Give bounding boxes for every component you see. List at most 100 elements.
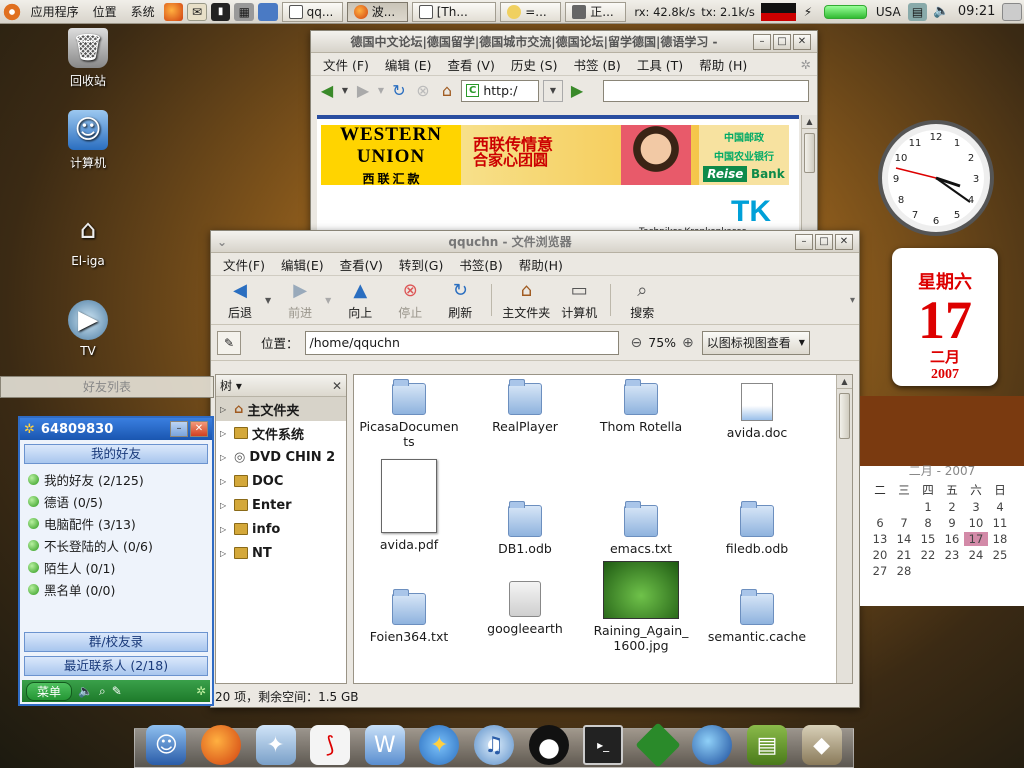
desktop-icon-home[interactable]: ⌂ El-iga: [48, 210, 128, 268]
calendar-day[interactable]: 7: [892, 516, 916, 530]
forward-history-dropdown-icon[interactable]: ▼: [325, 296, 331, 305]
menu-help[interactable]: 帮助 (H): [691, 55, 755, 74]
battery-icon[interactable]: [823, 4, 867, 19]
gimp-icon[interactable]: ◆: [801, 725, 842, 765]
file-item[interactable]: Raining_Again_ 1600.jpg: [586, 561, 696, 653]
go-icon[interactable]: ▶: [567, 81, 587, 101]
calendar-day[interactable]: 20: [868, 548, 892, 562]
menu-file[interactable]: 文件 (F): [315, 55, 377, 74]
calendar-day[interactable]: 25: [988, 548, 1012, 562]
home-icon[interactable]: ⌂: [437, 81, 457, 101]
web-content[interactable]: WESTERN UNION 西 联 汇 款 西联传情意 合家心团圆 中国邮政 中…: [317, 115, 799, 239]
stop-button[interactable]: ⊗ 停止: [385, 280, 435, 321]
sidebar-close-icon[interactable]: ✕: [332, 379, 342, 393]
scroll-up-icon[interactable]: ▲: [837, 375, 852, 389]
calendar-day[interactable]: 28: [892, 564, 916, 578]
forward-button[interactable]: ▶ 前进: [275, 280, 325, 321]
panel-clock[interactable]: 09:21: [953, 4, 1000, 19]
qq-titlebar[interactable]: ✲ 64809830 – ✕: [20, 418, 212, 440]
menu-view[interactable]: 查看(V): [332, 255, 391, 274]
menu-applications[interactable]: 应用程序: [24, 3, 86, 20]
menu-edit[interactable]: 编辑(E): [273, 255, 332, 274]
calendar-day[interactable]: 2: [940, 500, 964, 514]
tree-item-doc[interactable]: ▷ DOC: [216, 469, 346, 493]
file-item[interactable]: Thom Rotella: [586, 379, 696, 434]
sidebar-mode-select[interactable]: 树 ▾: [220, 377, 242, 394]
clock-widget[interactable]: 12123 4567 891011: [876, 118, 996, 238]
volume-icon[interactable]: 🔈: [78, 684, 93, 698]
reload-icon[interactable]: ↻: [389, 81, 409, 101]
books-icon[interactable]: ▤: [747, 725, 787, 765]
qq-group[interactable]: 我的好友 (2/125): [20, 468, 212, 490]
calendar-day[interactable]: [964, 564, 988, 578]
task-gedit[interactable]: 正...: [565, 1, 627, 22]
location-input[interactable]: /home/qquchn: [304, 330, 619, 355]
qq-menu-button[interactable]: 菜单: [26, 681, 73, 701]
qq-group[interactable]: 黑名单 (0/0): [20, 578, 212, 600]
calendar-day[interactable]: 23: [940, 548, 964, 562]
url-input[interactable]: C http:/: [461, 79, 539, 102]
show-desktop-icon[interactable]: [1002, 2, 1023, 21]
minimize-button[interactable]: –: [170, 421, 188, 437]
calendar-day[interactable]: 16: [940, 532, 964, 546]
keyboard-layout[interactable]: USA: [871, 5, 906, 19]
back-history-dropdown-icon[interactable]: ▼: [265, 296, 271, 305]
bird-icon[interactable]: ✦: [255, 725, 296, 765]
desktop-icon-computer[interactable]: ☺ 计算机: [48, 110, 128, 171]
file-manager-titlebar[interactable]: ⌄ qquchn - 文件浏览器 – □ ✕: [211, 231, 859, 253]
calendar-day[interactable]: 1: [916, 500, 940, 514]
zoom-level[interactable]: 75%: [648, 335, 676, 350]
calendar-day[interactable]: [916, 564, 940, 578]
scroll-thumb[interactable]: [839, 393, 850, 439]
minimize-button[interactable]: –: [795, 233, 813, 250]
mail-launcher-icon[interactable]: ✉: [187, 2, 207, 21]
close-button[interactable]: ✕: [835, 233, 853, 250]
task-browser[interactable]: 波...: [346, 1, 408, 22]
expander-icon[interactable]: ▷: [220, 501, 230, 510]
file-item[interactable]: avida.pdf: [354, 459, 464, 552]
ubuntu-logo-icon[interactable]: [2, 2, 22, 21]
dropdown-icon[interactable]: ▼: [341, 81, 349, 101]
pdf-icon[interactable]: ⟆: [310, 725, 351, 765]
scroll-up-icon[interactable]: ▲: [802, 115, 817, 129]
word-icon[interactable]: W: [364, 725, 405, 765]
desktop-launcher-icon[interactable]: [258, 2, 278, 21]
scroll-thumb[interactable]: [804, 133, 815, 173]
file-item[interactable]: Foien364.txt: [354, 589, 464, 644]
tab-recent-contacts[interactable]: 最近联系人 (2/18): [24, 656, 208, 676]
date-widget[interactable]: 星期六 17 二月 2007: [892, 248, 998, 386]
expander-icon[interactable]: ▷: [220, 549, 230, 558]
menu-bookmarks[interactable]: 书签(B): [451, 255, 510, 274]
file-item[interactable]: filedb.odb: [702, 501, 812, 556]
calendar-day[interactable]: 15: [916, 532, 940, 546]
url-dropdown-icon[interactable]: ▼: [543, 79, 563, 102]
menu-go[interactable]: 转到(G): [391, 255, 451, 274]
search-input[interactable]: [603, 79, 809, 102]
file-icon-view[interactable]: PicasaDocumen ts RealPlayer Thom Rotella…: [353, 374, 853, 684]
expander-icon[interactable]: ▷: [220, 525, 230, 534]
tree-item-info[interactable]: ▷ info: [216, 517, 346, 541]
file-item[interactable]: googleearth: [470, 581, 580, 636]
window-menu-icon[interactable]: ⌄: [217, 235, 227, 249]
tab-my-friends[interactable]: 我的好友: [24, 444, 208, 464]
qq-group[interactable]: 电脑配件 (3/13): [20, 512, 212, 534]
edit-icon[interactable]: ✎: [112, 684, 122, 698]
tk-logo[interactable]: TK: [731, 195, 771, 229]
minimize-button[interactable]: –: [753, 33, 771, 50]
tree-item-home[interactable]: ▷ ⌂ 主文件夹: [216, 397, 346, 421]
calendar-day[interactable]: 21: [892, 548, 916, 562]
expander-icon[interactable]: ▷: [220, 429, 230, 438]
settings-icon[interactable]: ✲: [196, 684, 206, 698]
tree-item-enter[interactable]: ▷ Enter: [216, 493, 346, 517]
network-icon[interactable]: ▤: [907, 2, 928, 21]
file-view-scrollbar[interactable]: ▲: [836, 375, 852, 683]
calendar-day[interactable]: 18: [988, 532, 1012, 546]
task-qq[interactable]: qq...: [281, 1, 343, 22]
calendar-day[interactable]: 14: [892, 532, 916, 546]
calendar-day[interactable]: 10: [964, 516, 988, 530]
expander-icon[interactable]: ▷: [220, 477, 230, 486]
menu-bookmarks[interactable]: 书签 (B): [566, 55, 629, 74]
qq-group[interactable]: 不长登陆的人 (0/6): [20, 534, 212, 556]
qq-penguin-icon[interactable]: [528, 725, 569, 765]
desktop-icon-trash[interactable]: 🗑 回收站: [48, 28, 128, 89]
